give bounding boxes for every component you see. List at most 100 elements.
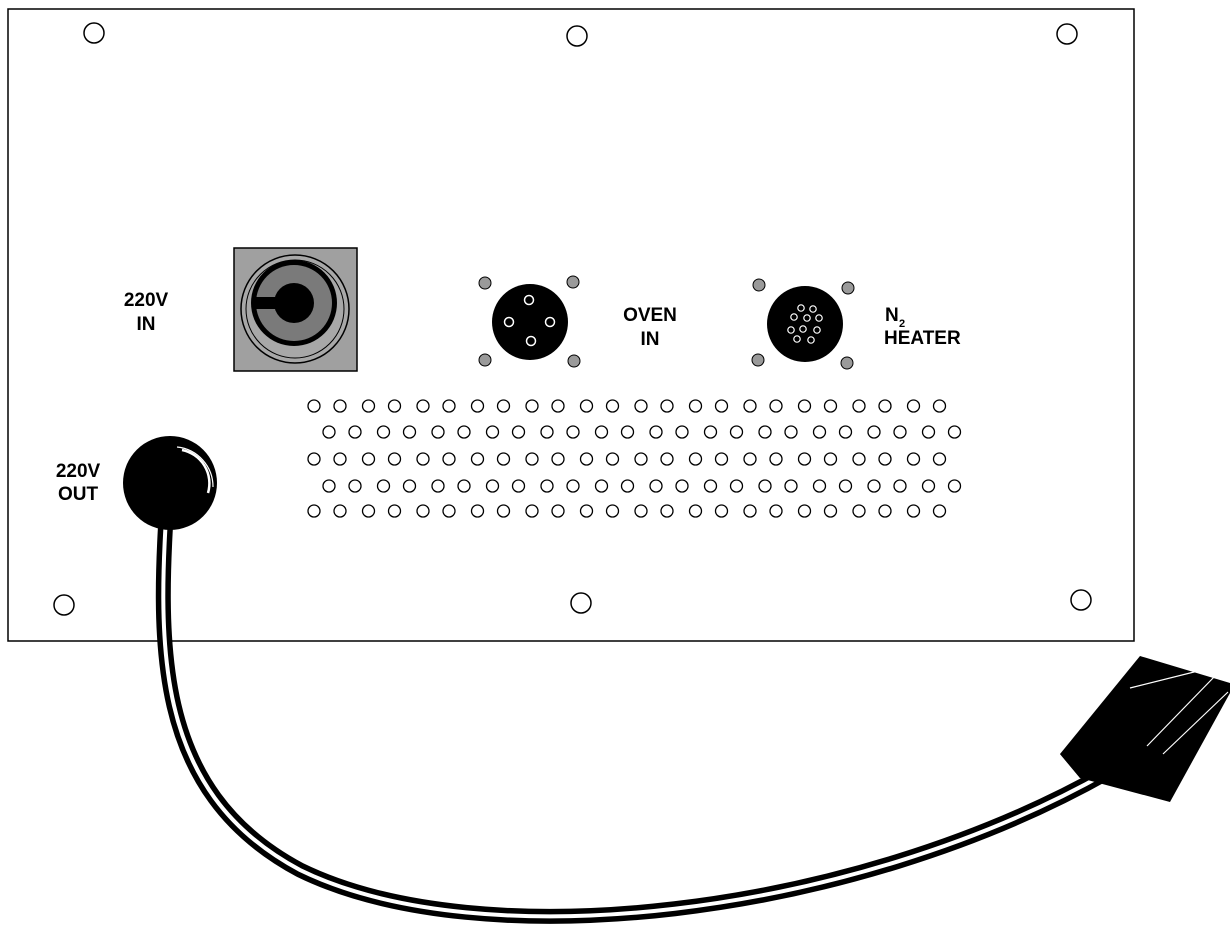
vent-hole — [823, 504, 838, 518]
vent-hole — [594, 425, 609, 439]
mount-hole-top-center — [566, 25, 588, 47]
vent-hole — [322, 479, 336, 493]
vent-hole — [605, 504, 620, 518]
vent-hole — [540, 479, 554, 493]
vent-hole — [307, 399, 321, 413]
vent-hole — [387, 504, 402, 518]
vent-hole — [893, 479, 907, 493]
vent-hole — [729, 479, 744, 493]
mount-hole-bottom-right — [1070, 589, 1092, 611]
vent-hole — [579, 504, 594, 518]
vent-hole — [620, 479, 635, 493]
vent-hole — [649, 425, 663, 439]
vent-hole — [525, 504, 539, 518]
vent-hole — [932, 399, 947, 413]
n2-heater-label-line2: HEATER — [884, 328, 961, 349]
vent-hole — [878, 452, 892, 466]
vent-hole — [551, 399, 565, 413]
vent-hole — [703, 479, 718, 493]
n2-connector-body — [767, 286, 843, 362]
screw-icon — [478, 276, 492, 290]
vent-hole — [812, 479, 827, 493]
vent-hole — [333, 399, 347, 413]
vent-hole — [431, 425, 445, 439]
vent-hole — [823, 399, 838, 413]
vent-hole — [457, 425, 471, 439]
vent-hole — [566, 425, 580, 439]
vent-hole — [947, 425, 962, 439]
vent-hole — [402, 425, 417, 439]
vent-hole — [322, 425, 336, 439]
vent-hole — [932, 452, 947, 466]
vent-hole — [878, 504, 892, 518]
vent-hole — [634, 452, 648, 466]
vent-hole — [769, 399, 783, 413]
screw-icon — [751, 353, 765, 367]
oven-in-label-line1: OVEN — [623, 305, 677, 326]
vent-hole — [376, 479, 391, 493]
vent-hole — [634, 504, 648, 518]
vent-hole — [743, 452, 757, 466]
vent-hole — [906, 452, 921, 466]
vent-hole — [675, 479, 689, 493]
vent-hole — [416, 399, 430, 413]
vent-hole — [852, 504, 866, 518]
vent-hole — [838, 479, 853, 493]
vent-hole — [688, 504, 703, 518]
power-out-label-line2: OUT — [58, 484, 99, 505]
screw-icon — [840, 356, 854, 370]
vent-hole — [496, 399, 511, 413]
vent-hole — [675, 425, 689, 439]
screw-icon — [478, 353, 492, 367]
mount-hole-bottom-left — [53, 594, 75, 616]
vent-hole — [852, 399, 866, 413]
power-out-label-line1: 220V — [56, 461, 101, 482]
screw-icon — [567, 354, 581, 368]
vent-hole — [797, 399, 812, 413]
vent-hole — [797, 504, 812, 518]
vent-hole — [348, 425, 362, 439]
rear-panel-diagram: 220V IN OVEN IN N 2 HEATER 220V OUT — [7, 8, 1230, 924]
vent-hole — [470, 504, 485, 518]
vent-hole — [348, 479, 362, 493]
vent-hole — [906, 399, 921, 413]
vent-hole — [688, 399, 703, 413]
vent-hole — [714, 504, 729, 518]
oven-in-label-line2: IN — [641, 329, 660, 350]
vent-hole — [416, 504, 430, 518]
vent-hole — [376, 425, 391, 439]
vent-hole — [387, 452, 402, 466]
mount-hole-top-left — [83, 22, 105, 44]
screw-icon — [566, 275, 580, 289]
mount-hole-top-right — [1056, 23, 1078, 45]
vent-hole — [932, 504, 947, 518]
vent-hole — [823, 452, 838, 466]
vent-hole — [921, 425, 936, 439]
vent-hole — [758, 479, 772, 493]
vent-hole — [906, 504, 921, 518]
power-outlet-gland — [123, 436, 217, 530]
vent-hole — [878, 399, 892, 413]
vent-hole — [540, 425, 554, 439]
vent-hole — [496, 504, 511, 518]
screw-icon — [752, 278, 766, 292]
rear-panel — [7, 8, 1135, 642]
vent-hole — [947, 479, 962, 493]
vent-hole — [361, 399, 376, 413]
power-in-label-line1: 220V — [124, 290, 169, 311]
vent-hole — [431, 479, 445, 493]
power-in-label-line2: IN — [137, 314, 156, 335]
vent-hole — [485, 425, 500, 439]
vent-hole — [660, 504, 674, 518]
vent-hole — [714, 399, 729, 413]
screw-icon — [841, 281, 855, 295]
vent-hole — [769, 452, 783, 466]
vent-hole — [496, 452, 511, 466]
vent-hole — [784, 425, 798, 439]
vent-hole — [784, 479, 798, 493]
vent-hole — [307, 452, 321, 466]
vent-hole — [470, 399, 485, 413]
vent-hole — [307, 504, 321, 518]
vent-hole — [797, 452, 812, 466]
vent-hole — [769, 504, 783, 518]
